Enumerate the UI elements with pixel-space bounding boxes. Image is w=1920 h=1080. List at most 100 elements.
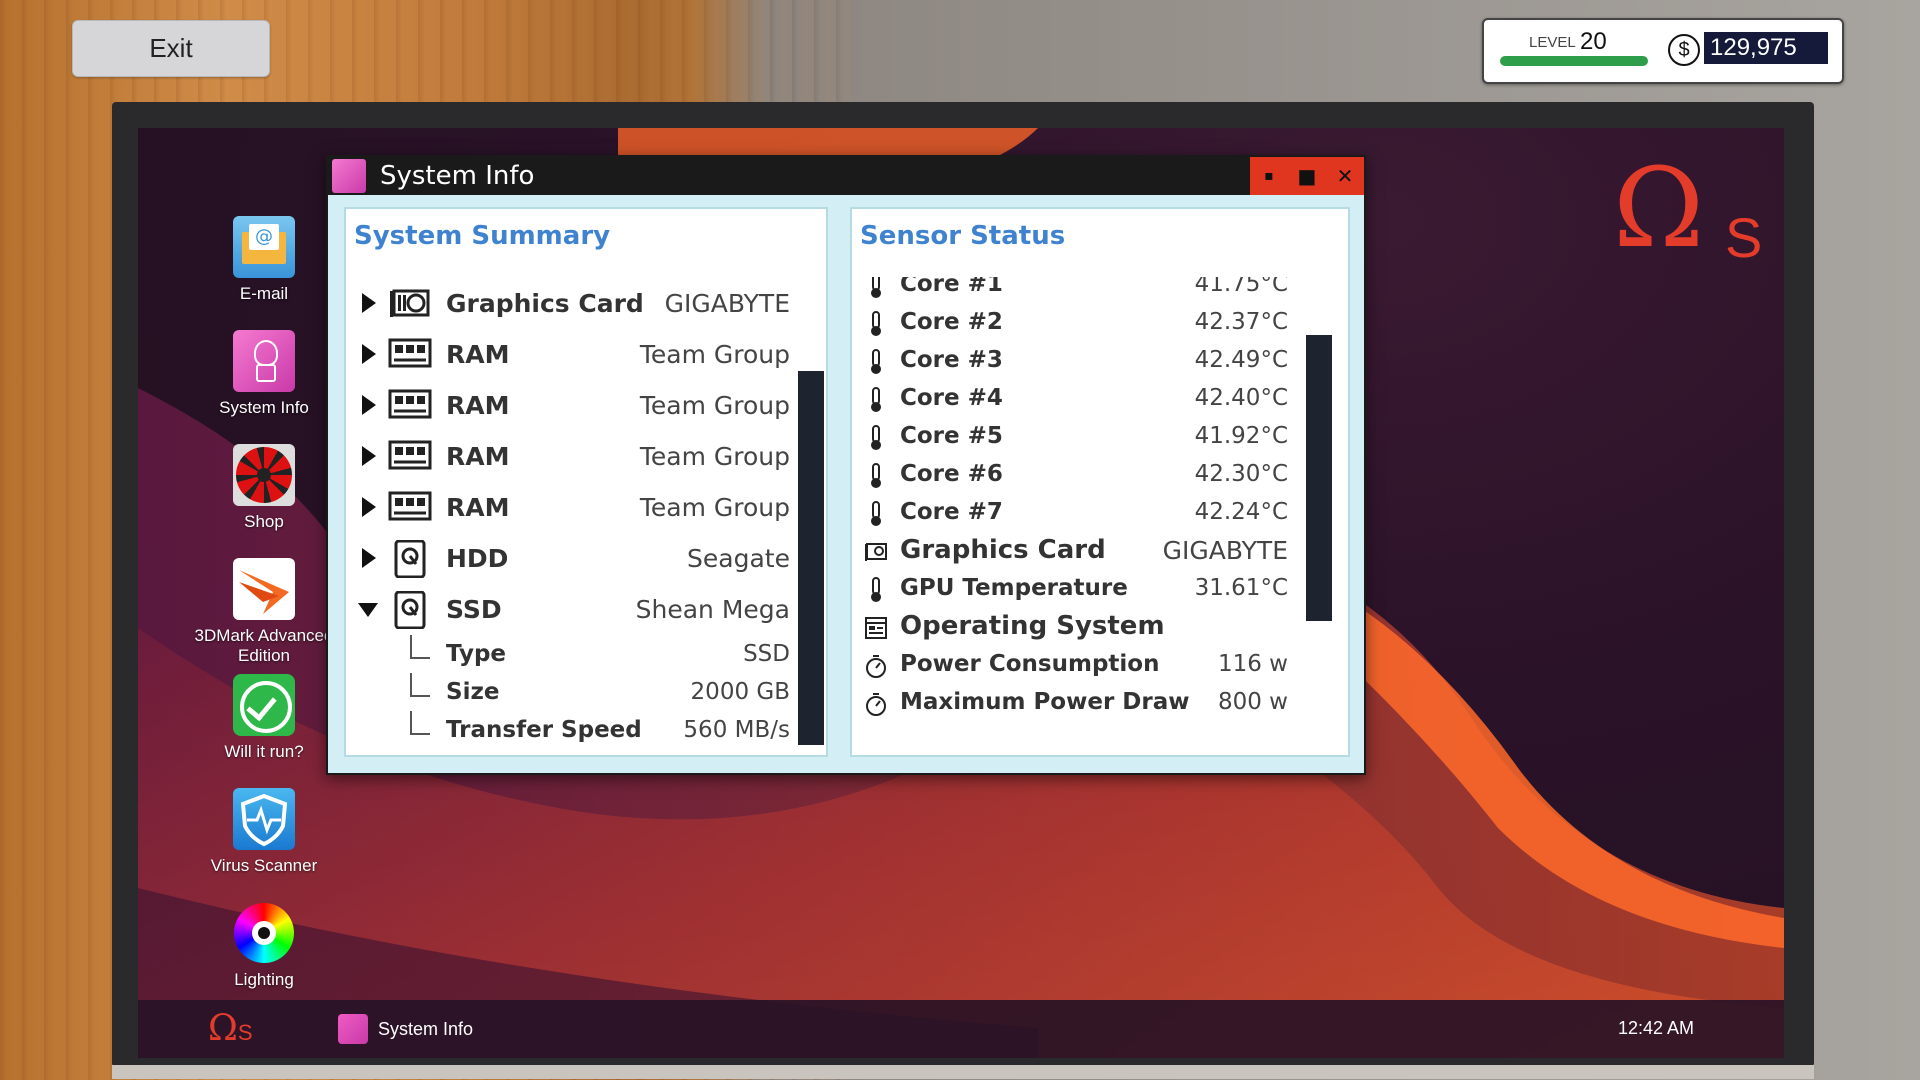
- expand-arrow-icon[interactable]: [362, 395, 376, 415]
- sensor-value: 42.40°C: [1194, 385, 1288, 411]
- summary-row-ram-3[interactable]: RAM Team Group: [346, 434, 826, 480]
- player-hud: LEVEL 20 $ 129,975: [1482, 18, 1844, 84]
- summary-item-value: Seagate: [687, 544, 790, 573]
- will-it-run-label: Will it run?: [224, 742, 304, 761]
- system-summary-heading: System Summary: [354, 221, 611, 251]
- brand-s: S: [1725, 206, 1763, 269]
- sensor-value: 116 w: [1217, 651, 1288, 677]
- summary-item-name: HDD: [446, 544, 509, 573]
- dollar-icon: $: [1668, 34, 1700, 66]
- omega-glyph: Ω: [1613, 144, 1705, 272]
- os-icon: [865, 617, 887, 639]
- sensor-name: Core #2: [900, 309, 1003, 335]
- email-label: E-mail: [239, 284, 289, 303]
- ssd-detail-type: Type SSD: [346, 635, 826, 673]
- check-icon: [233, 674, 295, 736]
- ram-icon: [388, 440, 432, 470]
- thermometer-icon: [871, 277, 881, 298]
- sensor-row: GPU Temperature 31.61°C: [852, 571, 1348, 609]
- system-info-window: System Info ▪ ■ ✕ System Summary Graphic…: [326, 155, 1366, 775]
- summary-item-name: SSD: [446, 595, 502, 624]
- sensor-row: Core #4 42.40°C: [852, 381, 1348, 419]
- thermometer-icon: [871, 463, 881, 488]
- taskbar-clock: 12:42 AM: [1617, 1018, 1694, 1038]
- thermometer-icon: [871, 501, 881, 526]
- sensor-value: 42.37°C: [1194, 309, 1288, 335]
- collapse-arrow-icon[interactable]: [358, 603, 378, 617]
- level-value: 20: [1580, 28, 1607, 55]
- desktop-icon-shop[interactable]: Shop: [194, 444, 334, 532]
- summary-item-name: RAM: [446, 442, 510, 471]
- sensor-value: 42.24°C: [1194, 499, 1288, 525]
- xp-progress-bar: [1500, 56, 1648, 66]
- sensor-row: Core #3 42.49°C: [852, 343, 1348, 381]
- summary-row-ram-1[interactable]: RAM Team Group: [346, 332, 826, 378]
- expand-arrow-icon[interactable]: [362, 293, 376, 313]
- ssd-detail-transfer-speed: Transfer Speed 560 MB/s: [346, 711, 826, 749]
- tree-connector: [410, 635, 430, 659]
- close-button[interactable]: ✕: [1326, 157, 1364, 195]
- sensor-status-panel: Sensor Status Core #1 41.75°C Core #2 42…: [850, 207, 1350, 757]
- summary-scrollbar[interactable]: [798, 371, 824, 745]
- shop-label: Shop: [244, 512, 284, 531]
- start-button[interactable]: ΩS: [208, 1008, 253, 1049]
- expand-arrow-icon[interactable]: [362, 497, 376, 517]
- taskbar: ΩS System Info 12:42 AM: [138, 1000, 1784, 1058]
- sensor-row: Core #7 42.24°C: [852, 495, 1348, 533]
- system-summary-panel: System Summary Graphics Card GIGABYTE RA…: [344, 207, 828, 757]
- desktop-icon-lighting[interactable]: Lighting: [194, 902, 334, 990]
- sensor-value: 42.30°C: [1194, 461, 1288, 487]
- window-controls: ▪ ■ ✕: [1250, 157, 1364, 195]
- sensor-name: Core #1: [900, 277, 1003, 297]
- expand-arrow-icon[interactable]: [362, 548, 376, 568]
- summary-row-graphics-card[interactable]: Graphics Card GIGABYTE: [346, 281, 826, 327]
- summary-item-value: Team Group: [639, 442, 790, 471]
- sensor-row-operating-system: Operating System: [852, 609, 1348, 647]
- sensor-list: Core #1 41.75°C Core #2 42.37°C Core #3 …: [852, 277, 1348, 747]
- sensor-name: Operating System: [900, 611, 1165, 641]
- expand-arrow-icon[interactable]: [362, 344, 376, 364]
- sensor-value: 41.92°C: [1194, 423, 1288, 449]
- system-info-app-icon: [332, 159, 366, 193]
- sensor-value: GIGABYTE: [1162, 536, 1288, 565]
- gpu-icon: [865, 543, 887, 561]
- maximize-button[interactable]: ■: [1288, 157, 1326, 195]
- start-omega: Ω: [208, 1008, 238, 1049]
- tree-connector: [410, 711, 430, 735]
- sensor-row: Core #6 42.30°C: [852, 457, 1348, 495]
- sensor-name: GPU Temperature: [900, 575, 1128, 601]
- ssd-detail-size: Size 2000 GB: [346, 673, 826, 711]
- money-value: 129,975: [1704, 32, 1828, 64]
- thermometer-icon: [871, 387, 881, 412]
- ram-icon: [388, 389, 432, 419]
- desktop-icon-system-info[interactable]: System Info: [194, 330, 334, 418]
- os-brand-logo: Ω S: [1613, 153, 1763, 269]
- summary-row-hdd[interactable]: HDD Seagate: [346, 536, 826, 582]
- summary-item-value: GIGABYTE: [664, 289, 790, 318]
- sensor-row: Power Consumption 116 w: [852, 647, 1348, 685]
- gpu-icon: [390, 289, 430, 317]
- exit-button[interactable]: Exit: [72, 20, 270, 77]
- sensor-scrollbar[interactable]: [1306, 335, 1332, 621]
- detail-name: Size: [446, 679, 500, 705]
- desktop-icon-email[interactable]: @ E-mail: [194, 216, 334, 304]
- desktop-icon-3dmark[interactable]: 3DMark Advanced Edition: [184, 558, 344, 666]
- sensor-value: 42.49°C: [1194, 347, 1288, 373]
- desktop-icon-virus-scanner[interactable]: Virus Scanner: [194, 788, 334, 876]
- expand-arrow-icon[interactable]: [362, 446, 376, 466]
- sensor-name: Core #6: [900, 461, 1003, 487]
- summary-row-ram-2[interactable]: RAM Team Group: [346, 383, 826, 429]
- sensor-row: Core #2 42.37°C: [852, 305, 1348, 343]
- shield-pulse-icon: [233, 788, 295, 850]
- desktop-icon-will-it-run[interactable]: Will it run?: [194, 674, 334, 762]
- sensor-row-graphics-card: Graphics Card GIGABYTE: [852, 533, 1348, 571]
- drive-icon: [394, 591, 426, 629]
- minimize-button[interactable]: ▪: [1250, 157, 1288, 195]
- summary-item-name: RAM: [446, 340, 510, 369]
- summary-row-ssd[interactable]: SSD Shean Mega: [346, 587, 826, 633]
- summary-item-value: Team Group: [639, 340, 790, 369]
- window-titlebar[interactable]: System Info ▪ ■ ✕: [328, 157, 1364, 195]
- taskbar-item-system-info[interactable]: System Info: [338, 1012, 473, 1046]
- sensor-name: Core #5: [900, 423, 1003, 449]
- summary-row-ram-4[interactable]: RAM Team Group: [346, 485, 826, 531]
